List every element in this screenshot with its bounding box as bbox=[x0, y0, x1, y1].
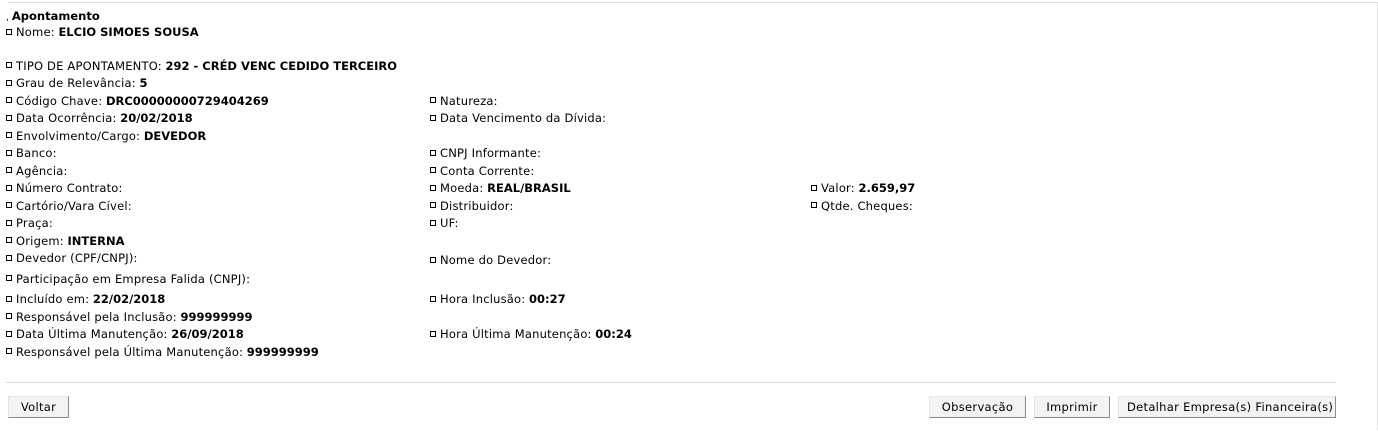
apontamento-details: , Apontamento Nome: ELCIO SIMOES SOUSA TI… bbox=[6, 8, 1346, 361]
row-origem: Origem: INTERNA bbox=[6, 233, 1346, 251]
field-grau-relevancia: Grau de Relevância: 5 bbox=[6, 75, 148, 93]
bullet-icon bbox=[6, 114, 12, 121]
section-title: , Apontamento bbox=[6, 8, 1346, 24]
row-praca: Praça: UF: bbox=[6, 215, 1346, 233]
bullet-icon bbox=[6, 219, 12, 226]
bullet-icon bbox=[6, 348, 12, 354]
field-hora-inclusao: Hora Inclusão: 00:27 bbox=[430, 291, 566, 309]
field-codigo-chave: Código Chave: DRC00000000729404269 bbox=[6, 93, 269, 111]
bullet-icon bbox=[6, 295, 12, 302]
bullet-icon bbox=[6, 184, 12, 191]
field-banco: Banco: bbox=[6, 145, 57, 163]
bullet-icon bbox=[430, 202, 436, 208]
bullet-icon bbox=[811, 202, 817, 208]
bullet-icon bbox=[6, 149, 12, 156]
field-data-ocorrencia: Data Ocorrência: 20/02/2018 bbox=[6, 110, 193, 128]
bullet-icon bbox=[430, 256, 436, 263]
field-hora-ultima-manutencao: Hora Última Manutenção: 00:24 bbox=[430, 326, 632, 344]
field-incluido-em: Incluído em: 22/02/2018 bbox=[6, 291, 165, 309]
apontamento-panel: , Apontamento Nome: ELCIO SIMOES SOUSA TI… bbox=[0, 0, 1378, 432]
row-cartorio: Cartório/Vara Cível: Distribuidor: Qtde.… bbox=[6, 198, 1346, 216]
field-participacao-empresa-falida: Participação em Empresa Falida (CNPJ): bbox=[6, 271, 250, 289]
row-ultima-manutencao: Data Última Manutenção: 26/09/2018 Hora … bbox=[6, 326, 1346, 344]
row-resp-ultima-manutencao: Responsável pela Última Manutenção: 9999… bbox=[6, 344, 1346, 362]
field-tipo-apontamento: TIPO DE APONTAMENTO: 292 - CRÉD VENC CED… bbox=[6, 58, 397, 76]
field-natureza: Natureza: bbox=[430, 93, 498, 111]
field-cartorio: Cartório/Vara Cível: bbox=[6, 198, 132, 216]
row-contrato: Número Contrato: Moeda: REAL/BRASIL Valo… bbox=[6, 180, 1346, 198]
field-moeda: Moeda: REAL/BRASIL bbox=[430, 180, 571, 198]
detalhar-empresas-financeiras-button[interactable]: Detalhar Empresa(s) Financeira(s) bbox=[1118, 396, 1336, 418]
bullet-icon bbox=[430, 219, 436, 226]
bullet-icon bbox=[6, 167, 12, 173]
field-responsavel-inclusao: Responsável pela Inclusão: 999999999 bbox=[6, 309, 253, 327]
bullet-icon bbox=[6, 62, 12, 68]
row-devedor: Devedor (CPF/CNPJ): Nome do Devedor: bbox=[6, 250, 1346, 268]
bullet-icon bbox=[811, 184, 817, 191]
bullet-icon bbox=[6, 202, 12, 208]
observacao-button[interactable]: Observação bbox=[929, 396, 1026, 418]
row-nome: Nome: ELCIO SIMOES SOUSA bbox=[6, 24, 1346, 42]
bullet-icon bbox=[6, 313, 12, 319]
panel-top-border bbox=[8, 2, 1378, 3]
voltar-button[interactable]: Voltar bbox=[8, 396, 69, 418]
row-codigo: Código Chave: DRC00000000729404269 Natur… bbox=[6, 93, 1346, 111]
field-distribuidor: Distribuidor: bbox=[430, 198, 514, 216]
bullet-icon bbox=[6, 97, 12, 103]
row-tipo: TIPO DE APONTAMENTO: 292 - CRÉD VENC CED… bbox=[6, 58, 1346, 76]
bullet-icon bbox=[430, 149, 436, 156]
field-nome-devedor: Nome do Devedor: bbox=[430, 252, 551, 270]
bullet-icon bbox=[430, 184, 436, 191]
row-agencia: Agência: Conta Corrente: bbox=[6, 163, 1346, 181]
field-responsavel-ultima-manutencao: Responsável pela Última Manutenção: 9999… bbox=[6, 344, 319, 362]
title-marker-icon: , bbox=[6, 13, 9, 23]
bullet-icon bbox=[6, 330, 12, 337]
field-conta-corrente: Conta Corrente: bbox=[430, 163, 534, 181]
bullet-icon bbox=[6, 132, 12, 138]
bullet-icon bbox=[6, 79, 12, 86]
bullet-icon bbox=[430, 167, 436, 173]
field-origem: Origem: INTERNA bbox=[6, 233, 124, 251]
bullet-icon bbox=[6, 254, 12, 261]
field-valor: Valor: 2.659,97 bbox=[811, 180, 915, 198]
bullet-icon bbox=[6, 237, 12, 243]
row-inclusao: Incluído em: 22/02/2018 Hora Inclusão: 0… bbox=[6, 291, 1346, 309]
bullet-icon bbox=[430, 295, 436, 302]
field-cnpj-informante: CNPJ Informante: bbox=[430, 145, 541, 163]
row-data-ocorrencia: Data Ocorrência: 20/02/2018 Data Vencime… bbox=[6, 110, 1346, 128]
row-grau: Grau de Relevância: 5 bbox=[6, 75, 1346, 93]
bullet-icon bbox=[430, 97, 436, 103]
bullet-icon bbox=[6, 28, 12, 35]
field-nome: Nome: ELCIO SIMOES SOUSA bbox=[6, 24, 199, 42]
row-participacao: Participação em Empresa Falida (CNPJ): bbox=[6, 271, 1346, 289]
bullet-icon bbox=[430, 114, 436, 121]
bullet-icon bbox=[430, 330, 436, 337]
field-numero-contrato: Número Contrato: bbox=[6, 180, 123, 198]
field-data-ultima-manutencao: Data Última Manutenção: 26/09/2018 bbox=[6, 326, 244, 344]
section-title-text: Apontamento bbox=[11, 9, 100, 23]
row-banco: Banco: CNPJ Informante: bbox=[6, 145, 1346, 163]
field-praca: Praça: bbox=[6, 215, 53, 233]
field-qtde-cheques: Qtde. Cheques: bbox=[811, 198, 913, 216]
field-uf: UF: bbox=[430, 215, 459, 233]
field-data-vencimento: Data Vencimento da Dívida: bbox=[430, 110, 606, 128]
row-envolvimento: Envolvimento/Cargo: DEVEDOR bbox=[6, 128, 1346, 146]
field-agencia: Agência: bbox=[6, 163, 68, 181]
field-envolvimento-cargo: Envolvimento/Cargo: DEVEDOR bbox=[6, 128, 206, 146]
field-devedor-cpf-cnpj: Devedor (CPF/CNPJ): bbox=[6, 250, 138, 268]
footer-divider bbox=[6, 382, 1336, 383]
imprimir-button[interactable]: Imprimir bbox=[1034, 396, 1110, 418]
bullet-icon bbox=[6, 275, 12, 281]
row-resp-inclusao: Responsável pela Inclusão: 999999999 bbox=[6, 309, 1346, 327]
